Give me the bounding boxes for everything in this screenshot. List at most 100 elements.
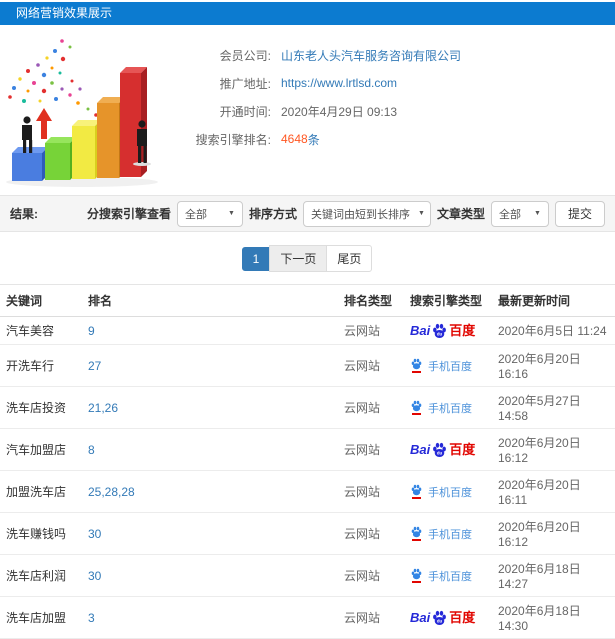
table-row: 洗车赚钱吗 30 云网站 手机百度 2020年6月20日 16:12: [0, 512, 615, 555]
keyword-cell: 开洗车行: [0, 344, 82, 387]
engine-cell: 手机百度: [404, 554, 492, 597]
bar-green: [45, 137, 76, 180]
mobile-baidu-paw-icon: [411, 568, 422, 580]
table-row: 加盟洗车店 25,28,28 云网站 手机百度 2020年6月20日 16:11: [0, 470, 615, 513]
mobile-baidu-underline: [412, 539, 421, 541]
engine-cell: 手机百度: [404, 386, 492, 429]
ranking-count-value: 4648: [281, 132, 308, 146]
keyword-cell: 洗车店利润: [0, 554, 82, 597]
rank-cell[interactable]: 25,28,28: [82, 470, 338, 513]
filter-controls: 分搜索引擎查看 全部 ▼ 排序方式 关键词由短到长排序 ▼ 文章类型 全部 ▼ …: [86, 200, 605, 227]
keyword-cell: 洗车店投资: [0, 386, 82, 429]
rank-cell[interactable]: 8: [82, 428, 338, 471]
rank-type-cell: 云网站: [338, 596, 404, 639]
update-time-cell: 2020年6月20日 16:12: [492, 428, 615, 471]
ranking-count-row: 搜索引擎排名: 4648 条: [185, 125, 461, 153]
last-page-button[interactable]: 尾页: [326, 245, 373, 272]
article-type-select[interactable]: 全部 ▼: [490, 200, 549, 227]
promo-url-row: 推广地址: https://www.lrtlsd.com: [185, 69, 461, 97]
engine-cell: 手机百度: [404, 512, 492, 555]
mobile-baidu-logo: 手机百度: [410, 358, 472, 374]
page: 网络营销效果展示 会员公司: 山东老人头汽车服务咨询有限公司 推广地址: htt…: [0, 2, 615, 639]
mobile-baidu-logo: 手机百度: [410, 400, 472, 416]
sort-select[interactable]: 关键词由短到长排序 ▼: [302, 200, 431, 227]
ranking-count-label: 搜索引擎排名:: [195, 132, 271, 147]
bar-yellow: [72, 120, 101, 179]
baidu-logo: Bai du 百度: [410, 610, 476, 625]
page-header: 网络营销效果展示: [0, 2, 615, 25]
mobile-baidu-underline: [412, 371, 421, 373]
up-arrow: [36, 108, 52, 139]
rank-cell[interactable]: 30: [82, 554, 338, 597]
keyword-cell: 加盟洗车店: [0, 470, 82, 513]
update-time-cell: 2020年6月18日 14:30: [492, 596, 615, 639]
svg-text:du: du: [437, 450, 443, 455]
mobile-baidu-paw-icon: [411, 526, 422, 538]
sort-label: 排序方式: [248, 207, 297, 221]
engine-cell: 手机百度: [404, 344, 492, 387]
next-page-button[interactable]: 下一页: [269, 245, 328, 272]
table-header-row: 关键词 排名 排名类型 搜索引擎类型 最新更新时间: [0, 284, 615, 317]
rank-cell[interactable]: 21,26: [82, 386, 338, 429]
mobile-baidu-underline: [412, 497, 421, 499]
article-type-value: 全部: [498, 208, 521, 221]
baidu-paw-icon: du: [433, 610, 447, 625]
update-time-cell: 2020年6月20日 16:11: [492, 470, 615, 513]
page-title: 网络营销效果展示: [16, 6, 113, 20]
mobile-baidu-logo: 手机百度: [410, 484, 472, 500]
mobile-baidu-logo: 手机百度: [410, 568, 472, 584]
svg-text:du: du: [437, 618, 443, 623]
rank-type-cell: 云网站: [338, 470, 404, 513]
update-time-cell: 2020年6月20日 16:12: [492, 512, 615, 555]
company-label: 会员公司:: [219, 48, 271, 63]
engine-cell: Bai du 百度: [404, 596, 492, 639]
sort-value: 关键词由短到长排序: [310, 208, 410, 221]
rank-cell[interactable]: 3: [82, 596, 338, 639]
baidu-paw-icon: du: [433, 442, 447, 457]
rank-type-cell: 云网站: [338, 344, 404, 387]
engine-filter-value: 全部: [184, 208, 207, 221]
engine-filter-select[interactable]: 全部 ▼: [176, 200, 243, 227]
col-header-rank: 排名: [82, 284, 338, 317]
promo-url-label: 推广地址:: [219, 76, 271, 91]
keyword-cell: 洗车赚钱吗: [0, 512, 82, 555]
update-time-cell: 2020年6月18日 14:27: [492, 554, 615, 597]
table-row: 汽车美容 9 云网站 Bai du 百度 2020年6月5日 11:24: [0, 316, 615, 345]
rank-cell[interactable]: 30: [82, 512, 338, 555]
info-rows: 会员公司: 山东老人头汽车服务咨询有限公司 推广地址: https://www.…: [185, 31, 461, 189]
confetti-dots: [8, 39, 106, 123]
rank-type-cell: 云网站: [338, 316, 404, 345]
rank-type-cell: 云网站: [338, 554, 404, 597]
table-row: 洗车店利润 30 云网站 手机百度 2020年6月18日 14:27: [0, 554, 615, 597]
table-row: 洗车店投资 21,26 云网站 手机百度 2020年5月27日 14:58: [0, 386, 615, 429]
company-name-link[interactable]: 山东老人头汽车服务咨询有限公司: [281, 47, 461, 64]
filter-bar: 结果: 分搜索引擎查看 全部 ▼ 排序方式 关键词由短到长排序 ▼ 文章类型 全…: [0, 195, 615, 232]
mobile-baidu-paw-icon: [411, 484, 422, 496]
rank-type-cell: 云网站: [338, 428, 404, 471]
mobile-baidu-underline: [412, 413, 421, 415]
chevron-down-icon: ▼: [228, 210, 235, 217]
engine-cell: Bai du 百度: [404, 316, 492, 345]
page-1-button[interactable]: 1: [241, 246, 271, 271]
ranking-count-unit: 条: [307, 132, 320, 147]
engine-filter-label: 分搜索引擎查看: [86, 207, 171, 221]
col-header-engine-type: 搜索引擎类型: [404, 284, 492, 317]
table-body: 汽车美容 9 云网站 Bai du 百度 2020年6月5日 11:24 开洗车行 27…: [0, 316, 615, 639]
baidu-logo: Bai du 百度: [410, 323, 476, 338]
submit-button[interactable]: 提交: [554, 200, 605, 227]
keyword-cell: 汽车美容: [0, 316, 82, 345]
rank-type-cell: 云网站: [338, 512, 404, 555]
mobile-baidu-logo: 手机百度: [410, 526, 472, 542]
engine-cell: Bai du 百度: [404, 428, 492, 471]
open-time-label: 开通时间:: [219, 104, 271, 119]
update-time-cell: 2020年6月20日 16:16: [492, 344, 615, 387]
company-row: 会员公司: 山东老人头汽车服务咨询有限公司: [185, 41, 461, 69]
engine-cell: 手机百度: [404, 470, 492, 513]
table-row: 开洗车行 27 云网站 手机百度 2020年6月20日 16:16: [0, 344, 615, 387]
promo-url-link[interactable]: https://www.lrtlsd.com: [281, 76, 397, 90]
rank-cell[interactable]: 9: [82, 316, 338, 345]
chevron-down-icon: ▼: [534, 210, 541, 217]
article-type-label: 文章类型: [436, 207, 485, 221]
update-time-cell: 2020年5月27日 14:58: [492, 386, 615, 429]
rank-cell[interactable]: 27: [82, 344, 338, 387]
